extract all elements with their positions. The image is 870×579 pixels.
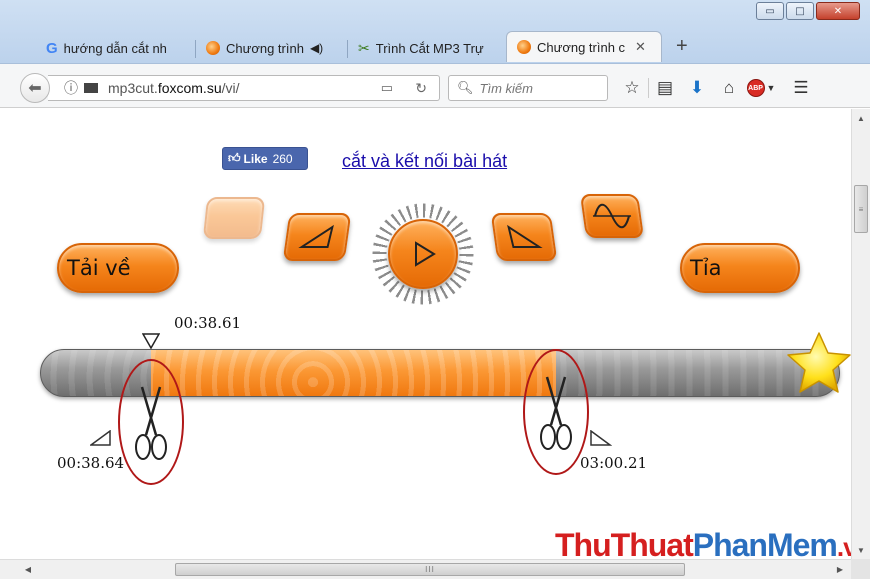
tab-title: hướng dẫn cắt nh [63,40,167,56]
scroll-up-icon[interactable]: ▲ [852,109,870,127]
facebook-like-button[interactable]: 👍︎ Like 260 [222,147,308,170]
page-content: 👍︎ Like 260 cắt và kết nối bài hát Tải v… [0,109,851,559]
close-button[interactable]: ✕ [816,2,860,20]
star-icon [787,332,851,393]
minimize-button[interactable]: ▭ [756,2,784,20]
title-bar: ▭ □ ✕ G hướng dẫn cắt nh Chương trình ◀)… [0,0,870,64]
scroll-down-icon[interactable]: ▼ [852,541,870,559]
orange-circle-icon [206,41,220,55]
reader-view-icon[interactable]: ▭ [381,80,393,96]
close-tab-icon[interactable]: ✕ [635,39,646,55]
sine-wave-icon [592,203,632,229]
vertical-scroll-thumb[interactable]: ≡ [854,185,868,233]
window-controls: ▭ □ ✕ [756,2,860,20]
reading-list-icon[interactable]: ▤ [649,76,681,100]
reload-icon[interactable]: ↻ [415,80,427,97]
fade-out-triangle-button[interactable] [490,213,558,261]
orange-circle-icon [517,40,531,54]
trim-button[interactable]: Tỉa [680,243,800,293]
selected-range[interactable] [151,350,557,396]
scrollbar-corner [851,559,870,579]
navigation-bar: ⓘ mp3cut.foxcom.su/vi/ ▭ ↻ ⬅ 🔍︎ ☆ ▤ ⬇ ⌂ … [0,64,870,108]
download-icon[interactable]: ⬇ [681,76,713,100]
tab-chuong-trinh-active[interactable]: Chương trình c ✕ [506,31,662,62]
tab-strip: G hướng dẫn cắt nh Chương trình ◀) ✂ Trì… [36,30,698,62]
play-icon [415,241,436,267]
scissors-icon: ✂ [358,39,370,56]
start-cut-handle[interactable] [118,359,184,485]
triangle-left-icon [298,224,334,248]
tab-title: Chương trình c [537,39,626,55]
end-cut-handle[interactable] [523,349,589,475]
bookmark-star-icon[interactable]: ☆ [616,76,648,100]
tab-trinh-cat-mp3[interactable]: ✂ Trình Cắt MP3 Trự [348,34,506,62]
like-label: Like [243,151,268,166]
scissors-icon [540,376,572,450]
new-tab-button[interactable]: + [662,35,698,62]
trim-label: Tỉa [690,256,722,280]
maximize-button[interactable]: □ [786,2,814,20]
home-icon[interactable]: ⌂ [713,76,745,100]
toolbar-icons: ☆ ▤ ⬇ ⌂ ABP ▼ ☰ [616,76,817,100]
search-input[interactable] [479,80,600,96]
like-count: 260 [272,151,293,166]
end-triangle-icon [590,430,612,446]
page-icon [84,83,98,93]
scroll-left-icon[interactable]: ◀ [18,560,38,579]
fade-in-button[interactable] [202,197,266,239]
google-icon: G [46,39,58,57]
tab-title: Trình Cắt MP3 Trự [375,40,484,56]
back-button[interactable]: ⬅ [20,73,50,103]
download-label: Tải về [67,256,131,280]
adblock-icon: ABP [746,79,765,97]
site-watermark: ThuThuatPhanMem.vn [555,527,851,559]
cut-join-link[interactable]: cắt và kết nối bài hát [342,151,507,172]
arrow-left-icon: ⬅ [28,80,42,97]
start-time: 00:38.64 [57,454,125,472]
start-triangle-icon [90,430,111,446]
triangle-right-icon [507,224,543,248]
waveform-button[interactable] [579,194,645,238]
adblock-button[interactable]: ABP ▼ [745,76,777,100]
playhead-marker-icon[interactable] [142,333,160,349]
end-time: 03:00.21 [580,454,648,472]
thumbs-up-icon: 👍︎ [228,151,241,165]
search-box[interactable]: 🔍︎ [448,75,608,101]
chevron-down-icon: ▼ [766,83,776,93]
horizontal-scrollbar[interactable]: ◀ III ▶ [0,559,870,579]
menu-icon[interactable]: ☰ [785,76,817,100]
speaker-icon[interactable]: ◀) [310,41,323,55]
scroll-right-icon[interactable]: ▶ [830,560,850,579]
url-bar[interactable]: ⓘ mp3cut.foxcom.su/vi/ ▭ ↻ [48,75,440,101]
playhead-time: 00:38.61 [174,314,242,332]
tab-chuong-trinh-audio[interactable]: Chương trình ◀) [196,34,348,62]
url-text[interactable]: mp3cut.foxcom.su/vi/ [108,80,240,96]
search-icon: 🔍︎ [457,80,474,95]
download-button[interactable]: Tải về [57,243,179,293]
fade-in-triangle-button[interactable] [282,213,352,261]
play-button[interactable] [388,219,458,289]
horizontal-scroll-thumb[interactable]: III [175,563,685,576]
vertical-scrollbar[interactable]: ▲ ≡ ▼ [851,109,870,559]
tab-google[interactable]: G hướng dẫn cắt nh [36,34,196,62]
tab-title: Chương trình [226,40,304,56]
scissors-icon [135,386,167,460]
info-icon[interactable]: ⓘ [64,78,78,98]
